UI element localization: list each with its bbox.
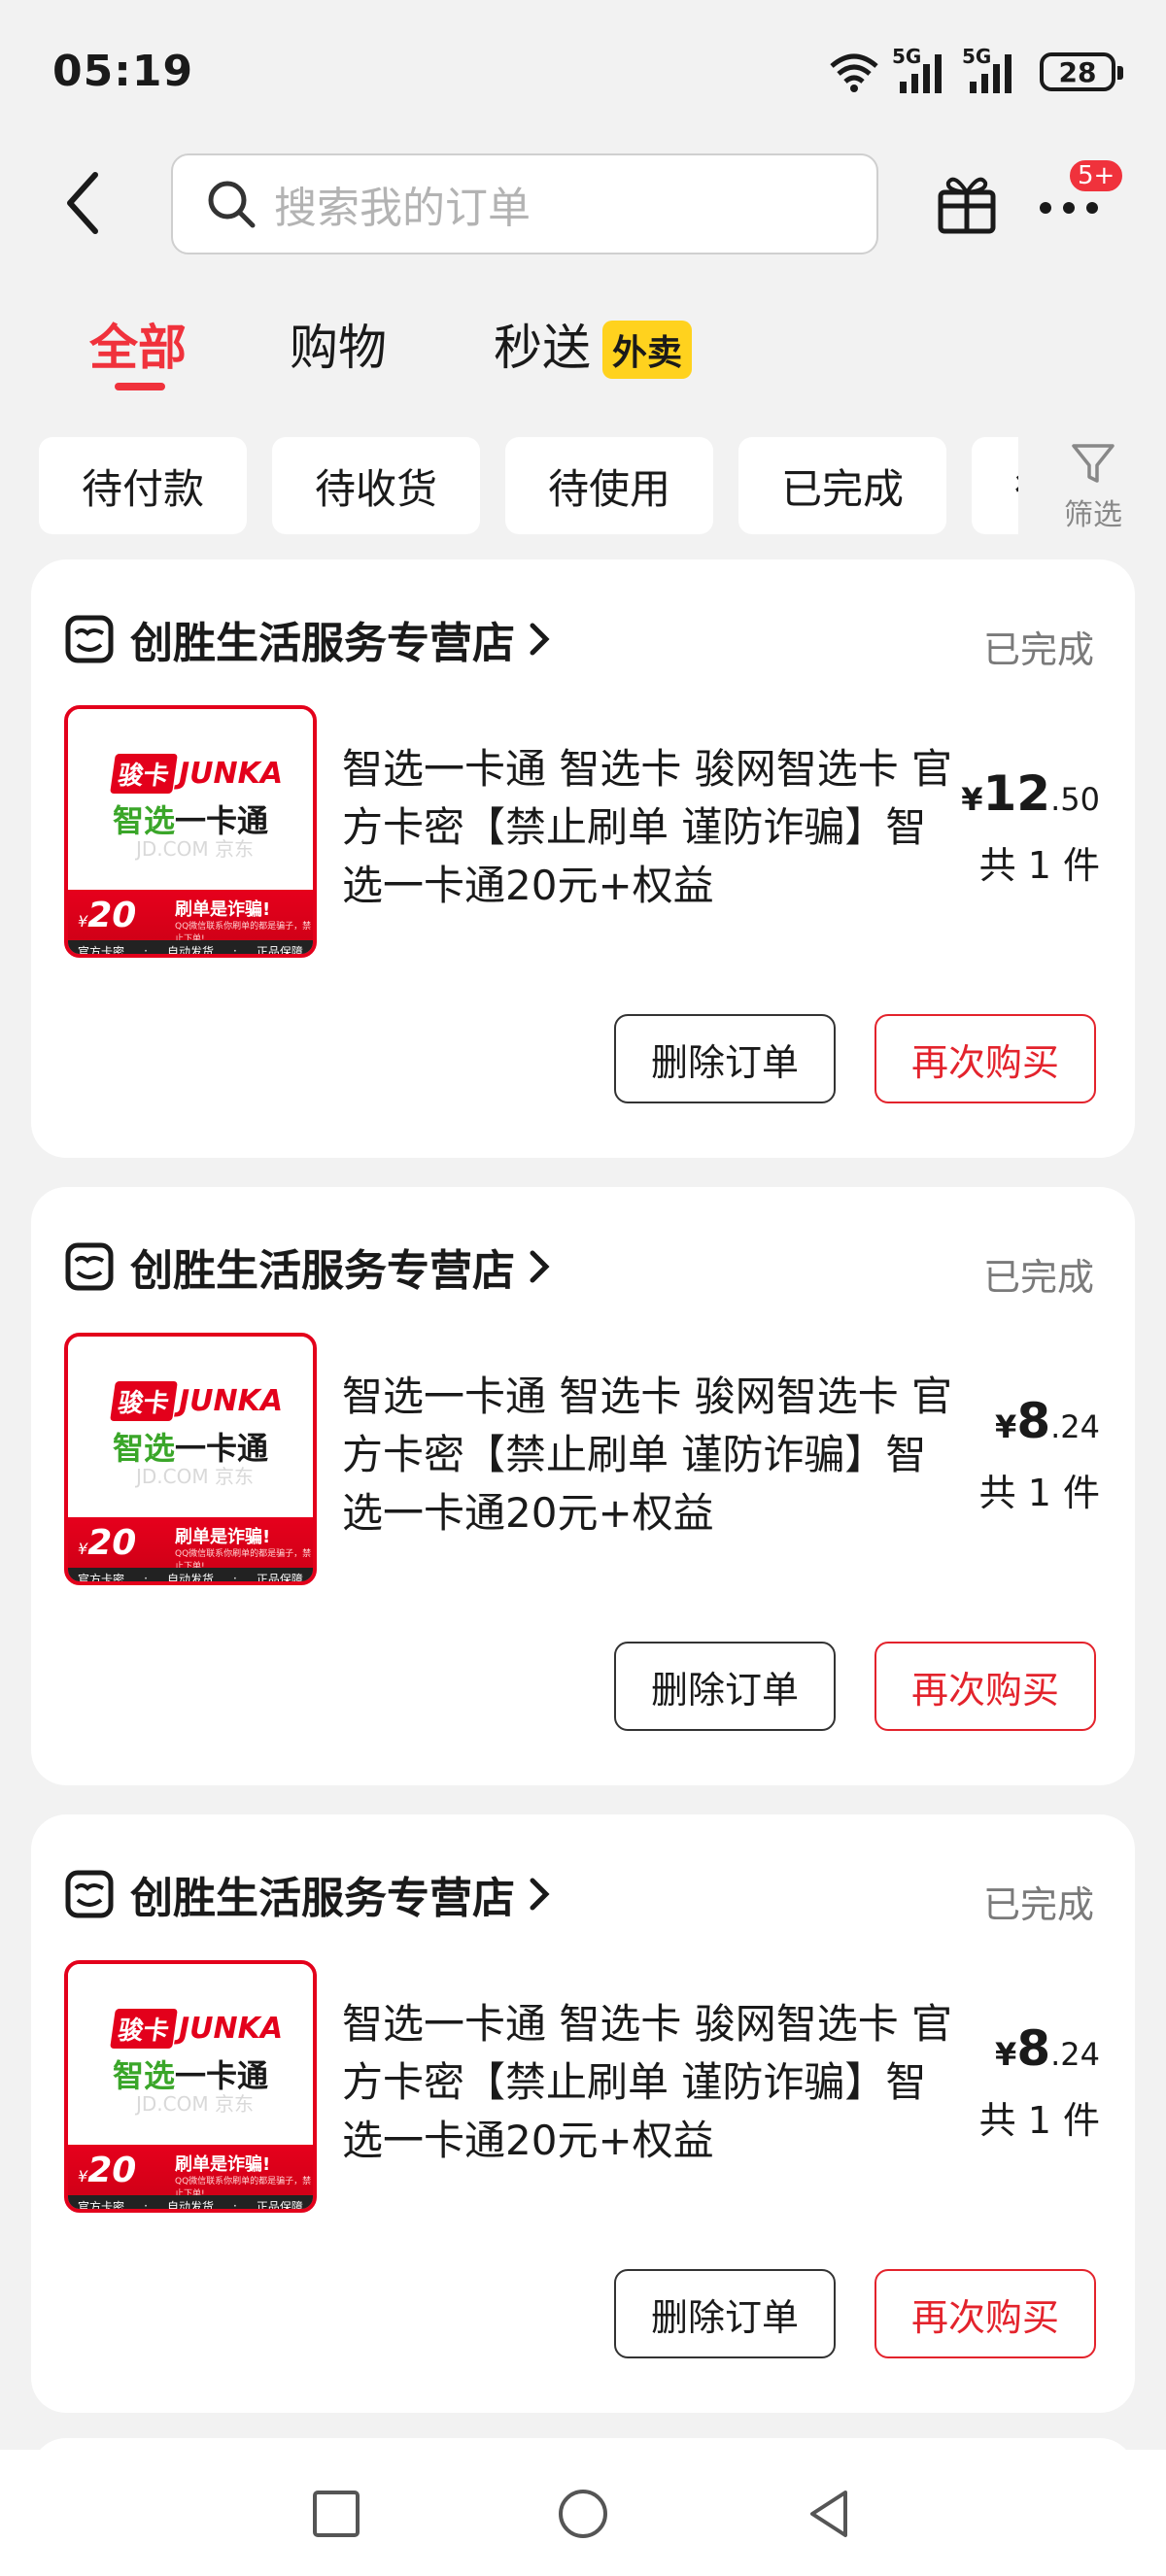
product-title[interactable]: 智选一卡通 智选卡 骏网智选卡 官方卡密【禁止刷单 谨防诈骗】智选一卡通20元+… <box>342 740 964 915</box>
store-icon <box>65 615 114 663</box>
face-value: ¥20 <box>78 2151 137 2190</box>
product-image-footer: 官方卡密 · 自动发货 · 正品保障 <box>68 2195 313 2209</box>
junka-logo: 骏卡 JUNKA <box>110 754 283 794</box>
delete-order-button[interactable]: 删除订单 <box>614 2269 836 2358</box>
item-count: 共 1 件 <box>978 2099 1100 2142</box>
gift-icon[interactable] <box>933 169 1001 237</box>
order-price: ¥12.50 <box>961 765 1100 822</box>
chip-completed[interactable]: 已完成 <box>738 437 946 534</box>
network-type-label: 5G <box>892 45 922 68</box>
tab-all[interactable]: 全部 <box>89 309 187 379</box>
junka-logo: 骏卡 JUNKA <box>110 2009 283 2049</box>
watermark: JD.COM 京东 <box>136 837 254 861</box>
chip-pending-use[interactable]: 待使用 <box>505 437 713 534</box>
store-name: 创胜生活服务专营店 <box>130 619 515 668</box>
active-tab-indicator <box>115 383 165 390</box>
order-price: ¥8.24 <box>995 2020 1100 2077</box>
tab-instant-delivery[interactable]: 秒送 <box>494 309 591 379</box>
delete-order-button[interactable]: 删除订单 <box>614 1014 836 1103</box>
home-circle-icon[interactable] <box>556 2487 610 2541</box>
chip-pending-payment[interactable]: 待付款 <box>39 437 247 534</box>
store-name: 创胜生活服务专营店 <box>130 1874 515 1923</box>
price-block: ¥8.24 共 1 件 <box>979 1393 1100 1516</box>
product-image[interactable]: 骏卡 JUNKA 智选一卡通 JD.COM 京东 ¥20 刷单是诈骗! QQ微信… <box>64 1333 317 1585</box>
product-title[interactable]: 智选一卡通 智选卡 骏网智选卡 官方卡密【禁止刷单 谨防诈骗】智选一卡通20元+… <box>342 1995 964 2170</box>
filter-label: 筛选 <box>1064 498 1122 532</box>
back-triangle-icon[interactable] <box>803 2487 857 2541</box>
fraud-warning: 刷单是诈骗! <box>175 1527 271 1547</box>
order-card[interactable]: 创胜生活服务专营店 已完成 骏卡 JUNKA 智选一卡通 JD.COM 京东 ¥… <box>31 1187 1135 1785</box>
junka-logo: 骏卡 JUNKA <box>110 1381 283 1421</box>
order-status: 已完成 <box>982 1883 1094 1926</box>
order-type-tabs: 全部 购物 秒送 外卖 <box>0 291 1166 398</box>
order-price: ¥8.24 <box>995 1393 1100 1449</box>
filter-funnel-icon <box>1072 444 1115 483</box>
watermark: JD.COM 京东 <box>136 1465 254 1488</box>
order-card[interactable]: 创胜生活服务专营店 已完成 骏卡 JUNKA 智选一卡通 JD.COM 京东 ¥… <box>31 559 1135 1158</box>
search-icon <box>208 181 256 228</box>
cellular-signal-icon: 5G <box>892 45 950 93</box>
item-count: 共 1 件 <box>978 1472 1100 1514</box>
product-image[interactable]: 骏卡 JUNKA 智选一卡通 JD.COM 京东 ¥20 刷单是诈骗! QQ微信… <box>64 705 317 958</box>
status-time: 05:19 <box>52 47 194 96</box>
store-link[interactable]: 创胜生活服务专营店 <box>64 1865 552 1923</box>
product-image-footer: 官方卡密 · 自动发货 · 正品保障 <box>68 1568 313 1581</box>
filter-button[interactable]: 筛选 <box>1020 433 1166 542</box>
status-icons: 5G 5G 28 <box>828 45 1123 93</box>
watermark: JD.COM 京东 <box>136 2092 254 2116</box>
chevron-right-icon <box>530 623 550 656</box>
wifi-icon <box>828 51 880 93</box>
order-status: 已完成 <box>982 628 1094 671</box>
buy-again-button[interactable]: 再次购买 <box>874 2269 1096 2358</box>
tab-shopping[interactable]: 购物 <box>290 309 387 379</box>
price-block: ¥12.50 共 1 件 <box>961 765 1100 889</box>
store-link[interactable]: 创胜生活服务专营店 <box>64 610 552 668</box>
recents-square-icon[interactable] <box>309 2487 363 2541</box>
cellular-signal-icon: 5G <box>962 45 1020 93</box>
takeout-tag: 外卖 <box>602 321 693 379</box>
product-image[interactable]: 骏卡 JUNKA 智选一卡通 JD.COM 京东 ¥20 刷单是诈骗! QQ微信… <box>64 1960 317 2213</box>
notification-badge: 5+ <box>1067 157 1126 194</box>
status-filter-row: 待付款 待收货 待使用 已完成 待评价 筛选 <box>0 433 1166 542</box>
filter-chips: 待付款 待收货 待使用 已完成 待评价 <box>39 437 1018 534</box>
store-name: 创胜生活服务专营店 <box>130 1246 515 1296</box>
battery-icon: 28 <box>1040 52 1123 91</box>
top-bar: 搜索我的订单 5+ <box>0 146 1166 262</box>
network-type-label: 5G <box>962 45 992 68</box>
chip-pending-review[interactable]: 待评价 <box>972 437 1018 534</box>
delete-order-button[interactable]: 删除订单 <box>614 1642 836 1731</box>
order-status: 已完成 <box>982 1256 1094 1299</box>
search-placeholder: 搜索我的订单 <box>274 184 531 233</box>
price-block: ¥8.24 共 1 件 <box>979 2020 1100 2144</box>
chip-pending-receipt[interactable]: 待收货 <box>272 437 480 534</box>
store-link[interactable]: 创胜生活服务专营店 <box>64 1237 552 1296</box>
product-title[interactable]: 智选一卡通 智选卡 骏网智选卡 官方卡密【禁止刷单 谨防诈骗】智选一卡通20元+… <box>342 1368 964 1542</box>
buy-again-button[interactable]: 再次购买 <box>874 1014 1096 1103</box>
chevron-right-icon <box>530 1878 550 1911</box>
chevron-right-icon <box>530 1250 550 1283</box>
store-icon <box>65 1242 114 1291</box>
face-value: ¥20 <box>78 896 137 935</box>
product-image-footer: 官方卡密 · 自动发货 · 正品保障 <box>68 940 313 954</box>
item-count: 共 1 件 <box>978 844 1100 887</box>
face-value: ¥20 <box>78 1523 137 1563</box>
buy-again-button[interactable]: 再次购买 <box>874 1642 1096 1731</box>
order-search-input[interactable]: 搜索我的订单 <box>171 153 878 254</box>
system-nav-bar <box>0 2450 1166 2576</box>
fraud-warning: 刷单是诈骗! <box>175 899 271 920</box>
back-arrow-icon[interactable] <box>56 169 115 237</box>
store-icon <box>65 1870 114 1918</box>
order-card[interactable]: 创胜生活服务专营店 已完成 骏卡 JUNKA 智选一卡通 JD.COM 京东 ¥… <box>31 1814 1135 2413</box>
fraud-warning: 刷单是诈骗! <box>175 2154 271 2175</box>
status-bar: 05:19 5G 5G 28 <box>0 0 1166 146</box>
